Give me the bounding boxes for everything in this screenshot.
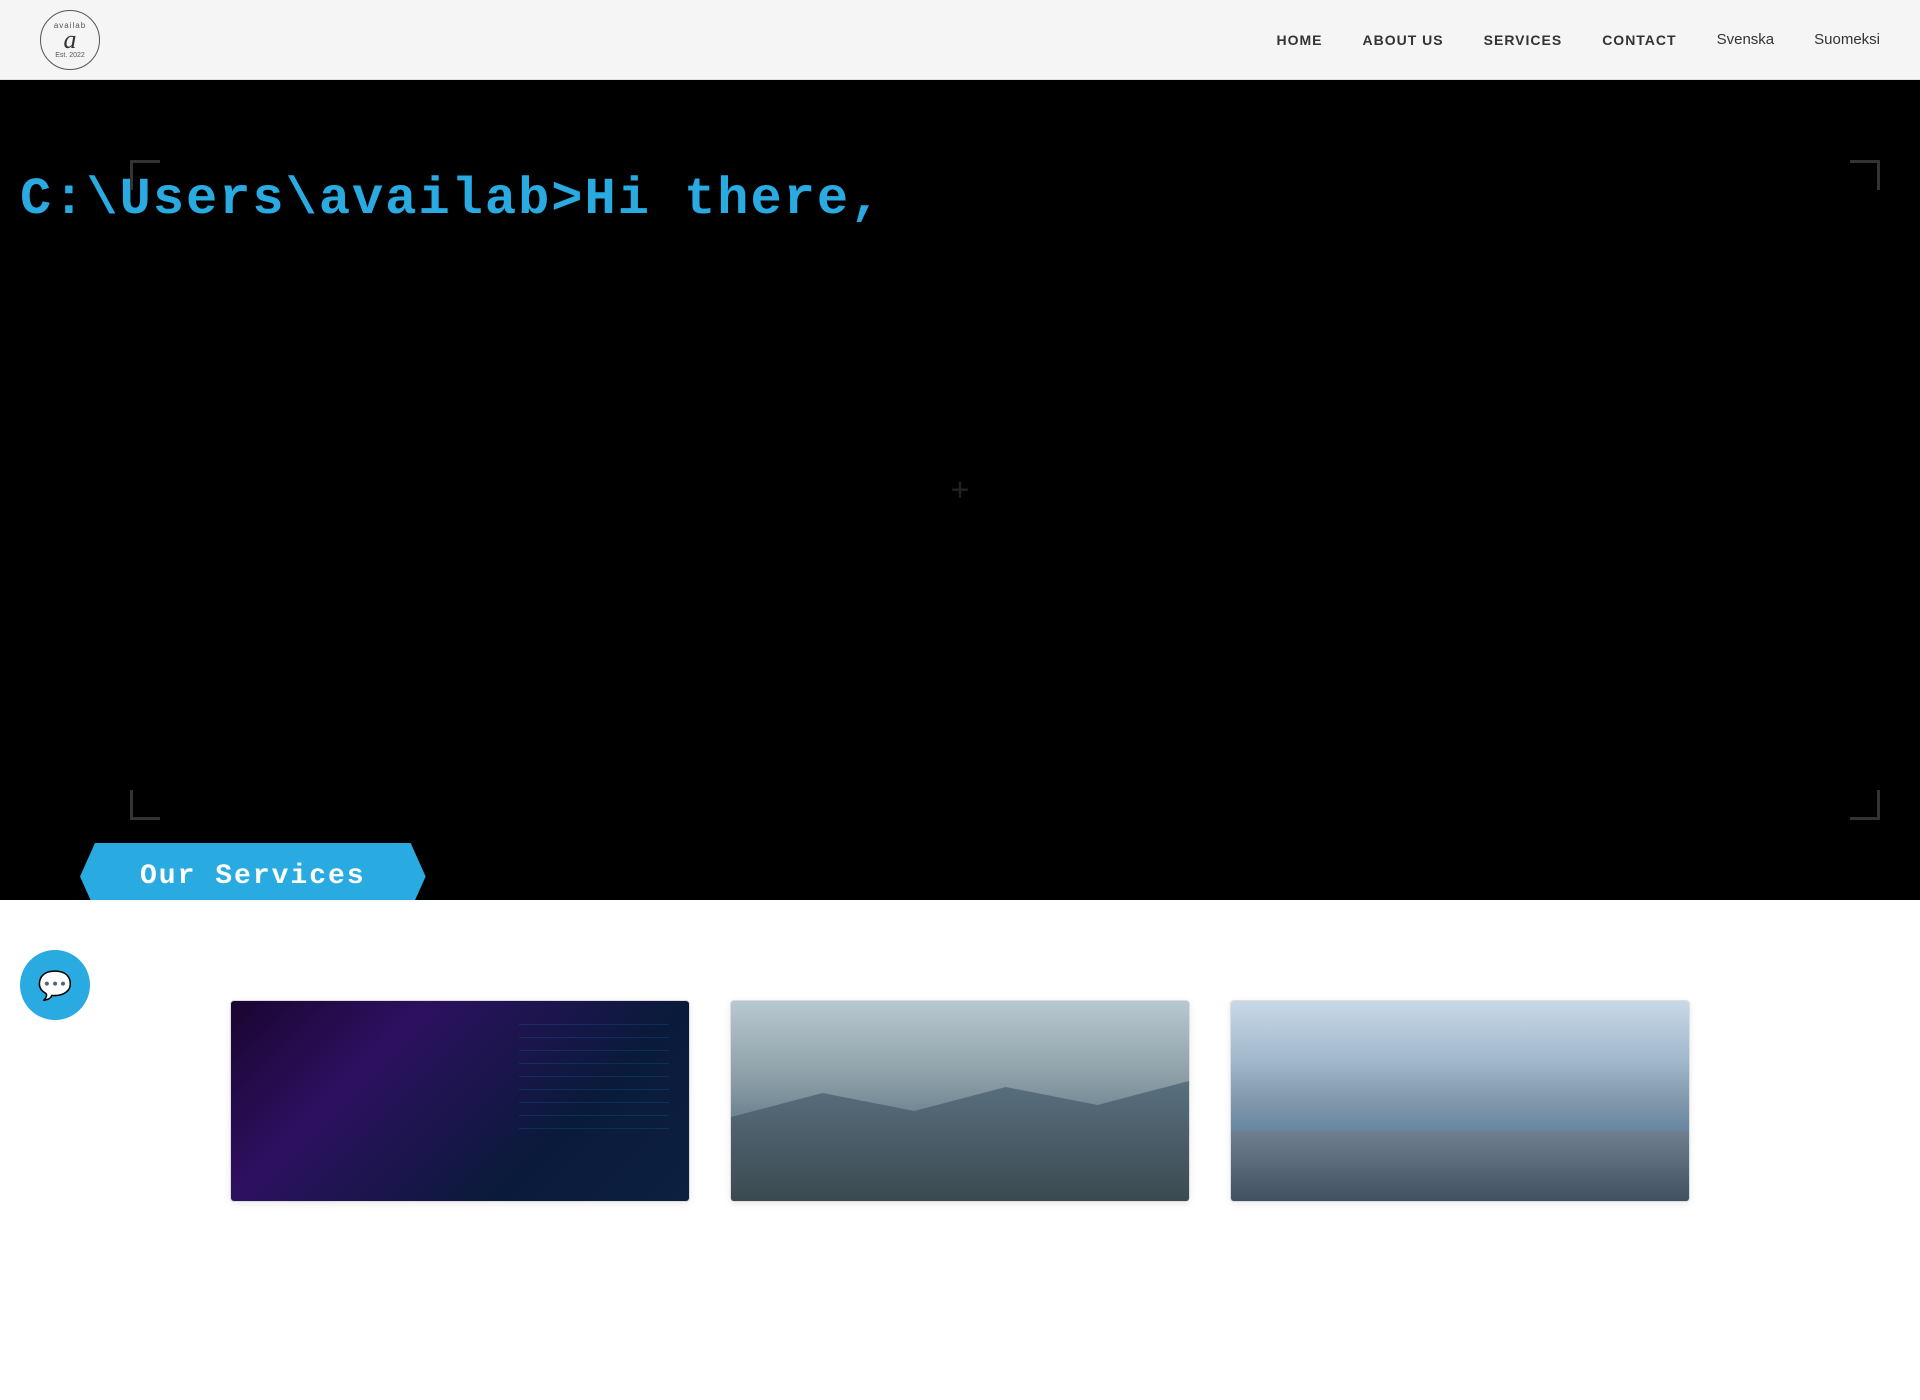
chat-bubble[interactable]: 💬 (20, 950, 90, 1020)
corner-top-left (130, 160, 160, 190)
nav-services[interactable]: SERVICES (1484, 32, 1563, 48)
crosshair: + (951, 472, 970, 509)
nav-about[interactable]: ABOUT US (1363, 32, 1444, 48)
service-cards (80, 1000, 1840, 1202)
corner-bottom-left (130, 790, 160, 820)
card-image-2 (731, 1001, 1189, 1201)
services-banner: Our Services (80, 843, 426, 900)
nav-home[interactable]: HOME (1277, 32, 1323, 48)
chat-icon: 💬 (38, 969, 73, 1002)
banner-wrapper: Our Services (80, 843, 426, 900)
main-nav: HOME ABOUT US SERVICES CONTACT Svenska S… (1277, 31, 1880, 48)
services-section: 💬 (0, 900, 1920, 1400)
site-header: availab a Est. 2022 HOME ABOUT US SERVIC… (0, 0, 1920, 80)
nav-contact[interactable]: CONTACT (1602, 32, 1676, 48)
corner-top-right (1850, 160, 1880, 190)
nav-suomeksi[interactable]: Suomeksi (1814, 31, 1880, 48)
service-card-1[interactable] (230, 1000, 690, 1202)
corner-bottom-right (1850, 790, 1880, 820)
hero-section: C:\Users\availab>Hi there, + Our Service… (0, 80, 1920, 900)
card-image-3 (1231, 1001, 1689, 1201)
service-card-3[interactable] (1230, 1000, 1690, 1202)
logo[interactable]: availab a Est. 2022 (40, 10, 100, 70)
banner-label: Our Services (140, 861, 366, 892)
logo-circle: availab a Est. 2022 (40, 10, 100, 70)
nav-svenska[interactable]: Svenska (1717, 31, 1775, 48)
logo-bottom-text: Est. 2022 (55, 52, 85, 59)
logo-top-text: availab (54, 21, 86, 30)
service-card-2[interactable] (730, 1000, 1190, 1202)
card-image-1 (231, 1001, 689, 1201)
